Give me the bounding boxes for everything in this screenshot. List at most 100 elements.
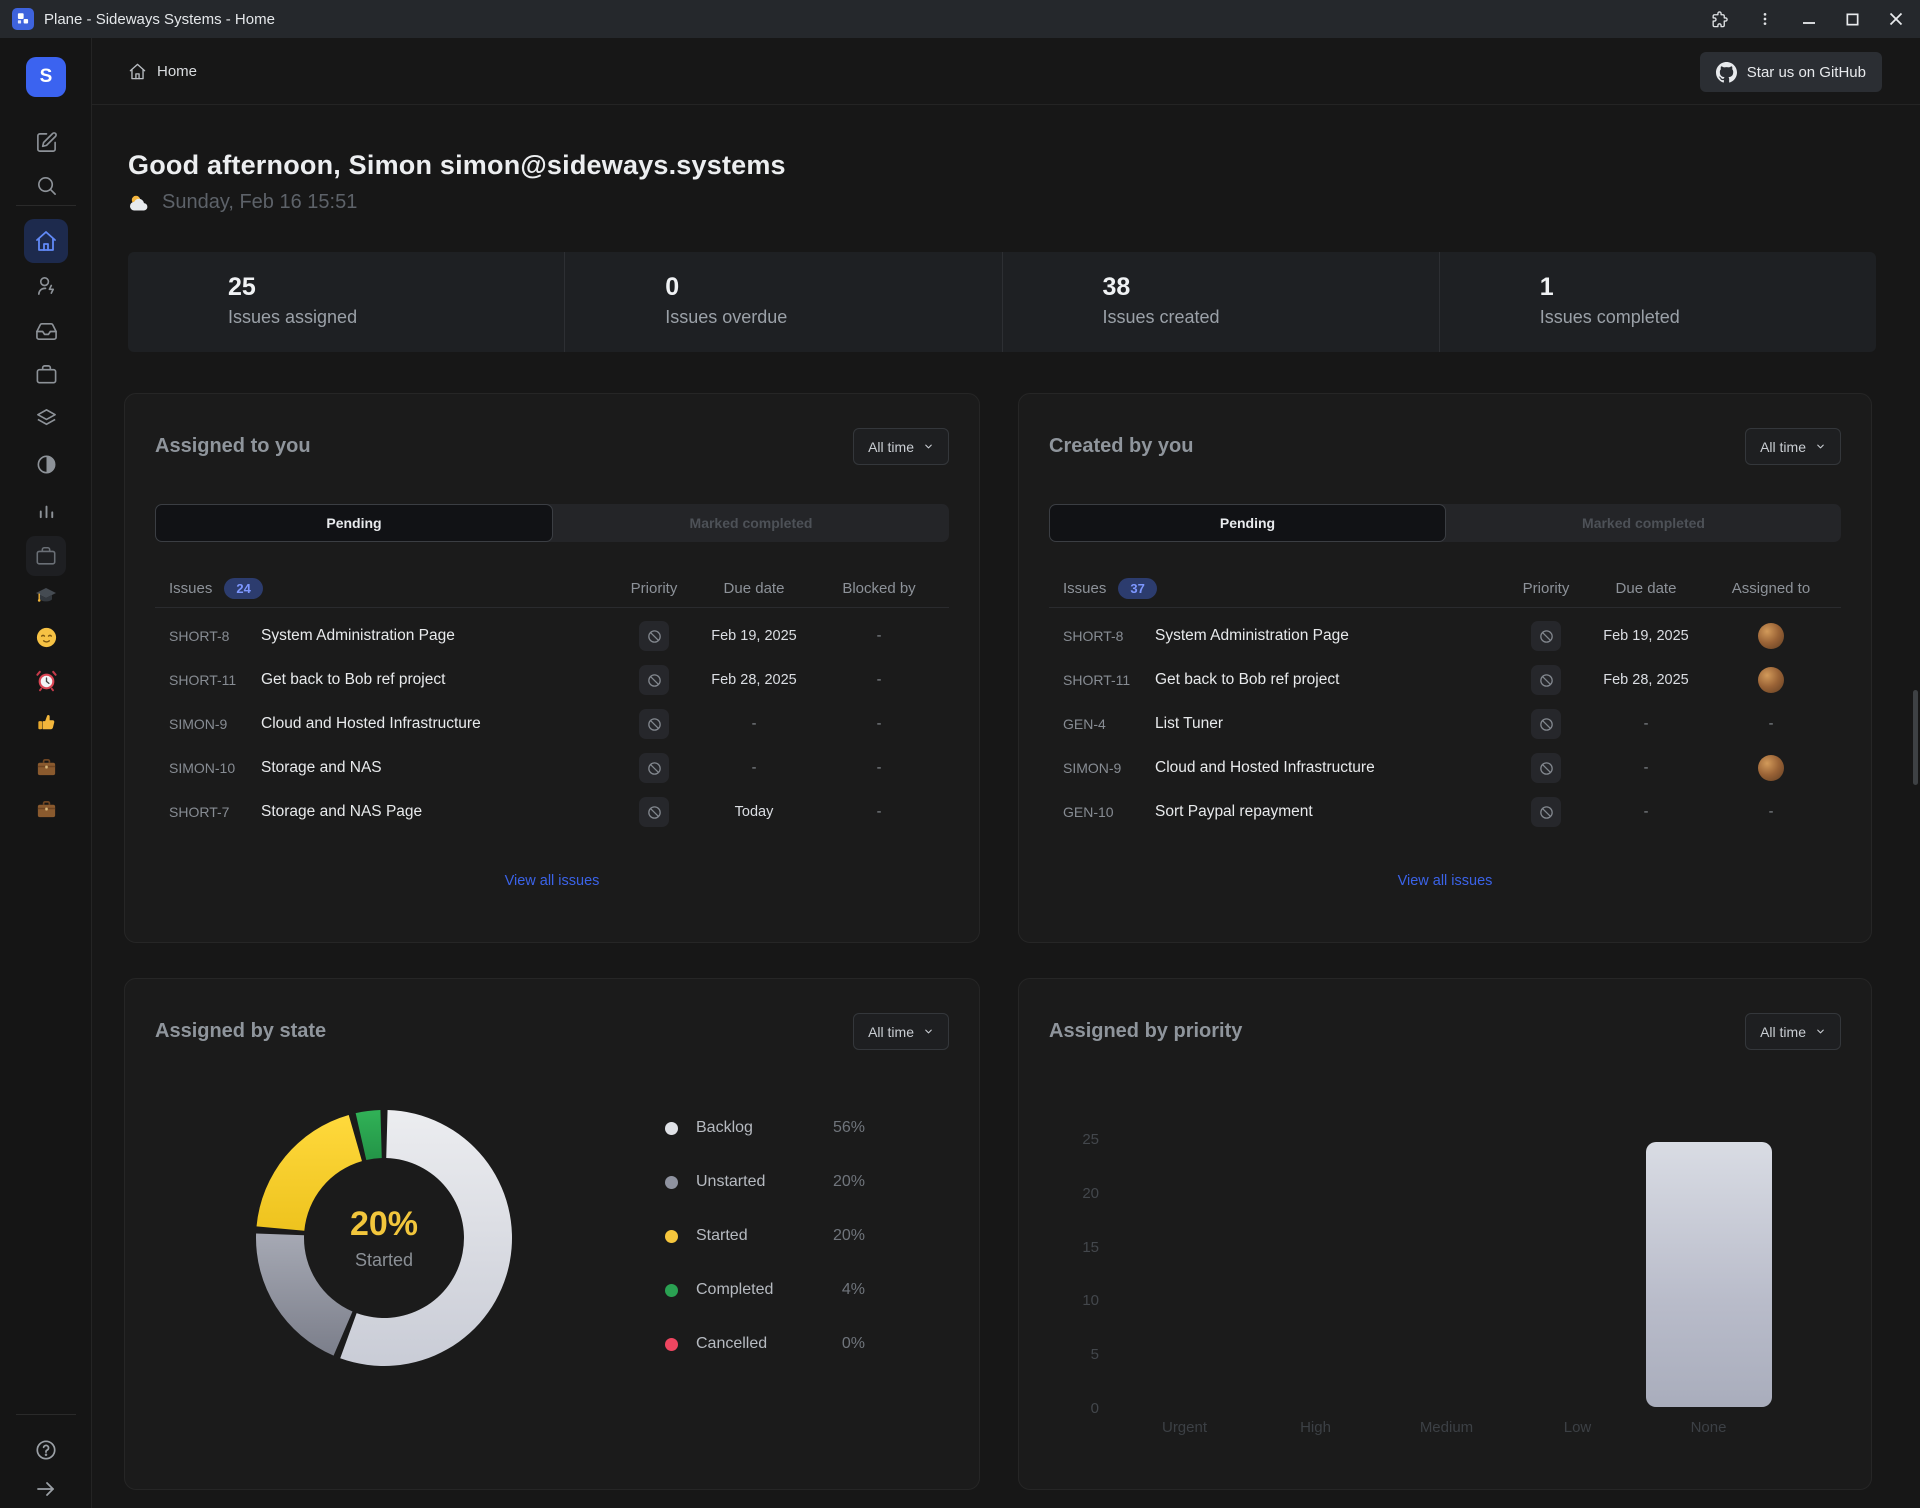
legend-dot: [665, 1230, 678, 1243]
issues-count-badge: 37: [1118, 578, 1156, 599]
breadcrumb[interactable]: Home: [128, 38, 197, 105]
sidebar-item-cycles[interactable]: [34, 452, 58, 476]
sidebar-item-views[interactable]: [34, 406, 58, 430]
issue-row[interactable]: SHORT-11 Get back to Bob ref project Feb…: [1049, 658, 1841, 702]
legend-percent: 4%: [842, 1281, 865, 1299]
priority-none-button[interactable]: [639, 797, 669, 827]
tab-marked-completed[interactable]: Marked completed: [553, 504, 949, 542]
project-thumbs-up-icon[interactable]: [34, 710, 58, 734]
issue-due-date: Feb 19, 2025: [1591, 628, 1701, 644]
legend-item-cancelled: Cancelled 0%: [665, 1317, 865, 1371]
window-close-button[interactable]: [1888, 11, 1904, 27]
project-alarm-clock-icon[interactable]: [34, 668, 58, 692]
issue-title: Sort Paypal repayment: [1155, 803, 1501, 821]
stat-issues-overdue: 0 Issues overdue: [564, 252, 1001, 352]
view-all-issues-link[interactable]: View all issues: [1398, 873, 1493, 889]
donut-slice: [257, 1115, 362, 1231]
created-by-you-panel: Created by you All time Pending Marked c…: [1018, 393, 1872, 943]
tab-marked-completed[interactable]: Marked completed: [1446, 504, 1841, 542]
priority-none-button[interactable]: [639, 621, 669, 651]
greeting-datetime: Sunday, Feb 16 15:51: [162, 191, 357, 214]
issue-row[interactable]: SHORT-8 System Administration Page Feb 1…: [1049, 614, 1841, 658]
legend-label: Completed: [696, 1281, 773, 1299]
workspace-logo[interactable]: S: [26, 57, 66, 97]
window-maximize-button[interactable]: [1845, 12, 1860, 27]
issue-row[interactable]: SHORT-7 Storage and NAS Page Today -: [155, 790, 949, 834]
legend-label: Unstarted: [696, 1173, 765, 1191]
issue-title: Get back to Bob ref project: [261, 671, 609, 689]
issue-due-date: Today: [699, 804, 809, 820]
y-axis-tick: 0: [1019, 1400, 1099, 1417]
greeting-block: Good afternoon, Simon simon@sideways.sys…: [128, 150, 786, 214]
priority-none-button[interactable]: [1531, 709, 1561, 739]
priority-none-button[interactable]: [639, 753, 669, 783]
collapse-sidebar-icon[interactable]: [34, 1477, 58, 1501]
sidebar-item-projects[interactable]: [34, 362, 58, 386]
extensions-icon[interactable]: [1710, 10, 1729, 29]
project-smiley-icon[interactable]: [34, 625, 58, 649]
issue-title: Cloud and Hosted Infrastructure: [1155, 759, 1501, 777]
stat-label: Issues overdue: [665, 307, 1001, 328]
assigned-by-priority-panel: Assigned by priority All time 0510152025…: [1018, 978, 1872, 1490]
time-filter-dropdown[interactable]: All time: [853, 1013, 949, 1050]
priority-none-button[interactable]: [639, 665, 669, 695]
column-priority: Priority: [1501, 580, 1591, 597]
project-graduation-cap-icon[interactable]: [34, 584, 58, 608]
tab-pending[interactable]: Pending: [1049, 504, 1446, 542]
issue-row[interactable]: SHORT-8 System Administration Page Feb 1…: [155, 614, 949, 658]
search-icon[interactable]: [34, 173, 58, 197]
issue-row[interactable]: SIMON-10 Storage and NAS - -: [155, 746, 949, 790]
y-axis-tick: 20: [1019, 1185, 1099, 1202]
tab-pending[interactable]: Pending: [155, 504, 553, 542]
priority-none-button[interactable]: [1531, 665, 1561, 695]
x-axis-category: Low: [1523, 1419, 1633, 1436]
priority-none-button[interactable]: [1531, 797, 1561, 827]
browser-menu-icon[interactable]: [1757, 11, 1773, 27]
ban-icon: [1538, 628, 1555, 645]
sidebar-item-home[interactable]: [24, 219, 68, 263]
x-axis-category: Urgent: [1130, 1419, 1240, 1436]
priority-none-button[interactable]: [1531, 753, 1561, 783]
window-minimize-button[interactable]: [1801, 11, 1817, 27]
ban-icon: [1538, 804, 1555, 821]
column-assigned-to: Assigned to: [1701, 580, 1841, 597]
view-all-issues-link[interactable]: View all issues: [505, 873, 600, 889]
issue-title: System Administration Page: [261, 627, 609, 645]
sidebar-item-members[interactable]: [34, 273, 58, 297]
sidebar-item-inbox[interactable]: [34, 319, 58, 343]
issue-row[interactable]: SIMON-9 Cloud and Hosted Infrastructure …: [155, 702, 949, 746]
help-icon[interactable]: [34, 1438, 58, 1462]
scrollbar-thumb[interactable]: [1913, 690, 1918, 785]
issue-key: GEN-10: [1063, 804, 1155, 820]
issue-row[interactable]: GEN-10 Sort Paypal repayment - -: [1049, 790, 1841, 834]
time-filter-dropdown[interactable]: All time: [853, 428, 949, 465]
github-star-button[interactable]: Star us on GitHub: [1700, 52, 1882, 92]
sidebar-item-archives[interactable]: [26, 536, 66, 576]
issue-row[interactable]: GEN-4 List Tuner - -: [1049, 702, 1841, 746]
time-filter-dropdown[interactable]: All time: [1745, 428, 1841, 465]
legend-dot: [665, 1338, 678, 1351]
issue-assigned-to: -: [1769, 716, 1774, 732]
sidebar-divider: [16, 1414, 76, 1415]
priority-none-button[interactable]: [639, 709, 669, 739]
priority-none-button[interactable]: [1531, 621, 1561, 651]
project-briefcase-icon[interactable]: [34, 755, 58, 779]
issue-row[interactable]: SHORT-11 Get back to Bob ref project Feb…: [155, 658, 949, 702]
ban-icon: [1538, 716, 1555, 733]
project-briefcase-icon[interactable]: [34, 797, 58, 821]
issue-key: SHORT-8: [169, 628, 261, 644]
sidebar-item-analytics[interactable]: [34, 497, 58, 521]
bar-none[interactable]: [1646, 1142, 1772, 1407]
sun-behind-cloud-icon: [128, 193, 152, 213]
issues-label: Issues: [169, 580, 212, 597]
legend-dot: [665, 1284, 678, 1297]
stat-label: Issues created: [1103, 307, 1439, 328]
donut-slice: [356, 1110, 382, 1160]
issue-title: Storage and NAS Page: [261, 803, 609, 821]
legend-label: Started: [696, 1227, 748, 1245]
issue-row[interactable]: SIMON-9 Cloud and Hosted Infrastructure …: [1049, 746, 1841, 790]
tab-bar: Pending Marked completed: [155, 504, 949, 542]
issue-due-date: Feb 19, 2025: [699, 628, 809, 644]
create-issue-icon[interactable]: [34, 130, 58, 154]
x-axis-category: High: [1261, 1419, 1371, 1436]
